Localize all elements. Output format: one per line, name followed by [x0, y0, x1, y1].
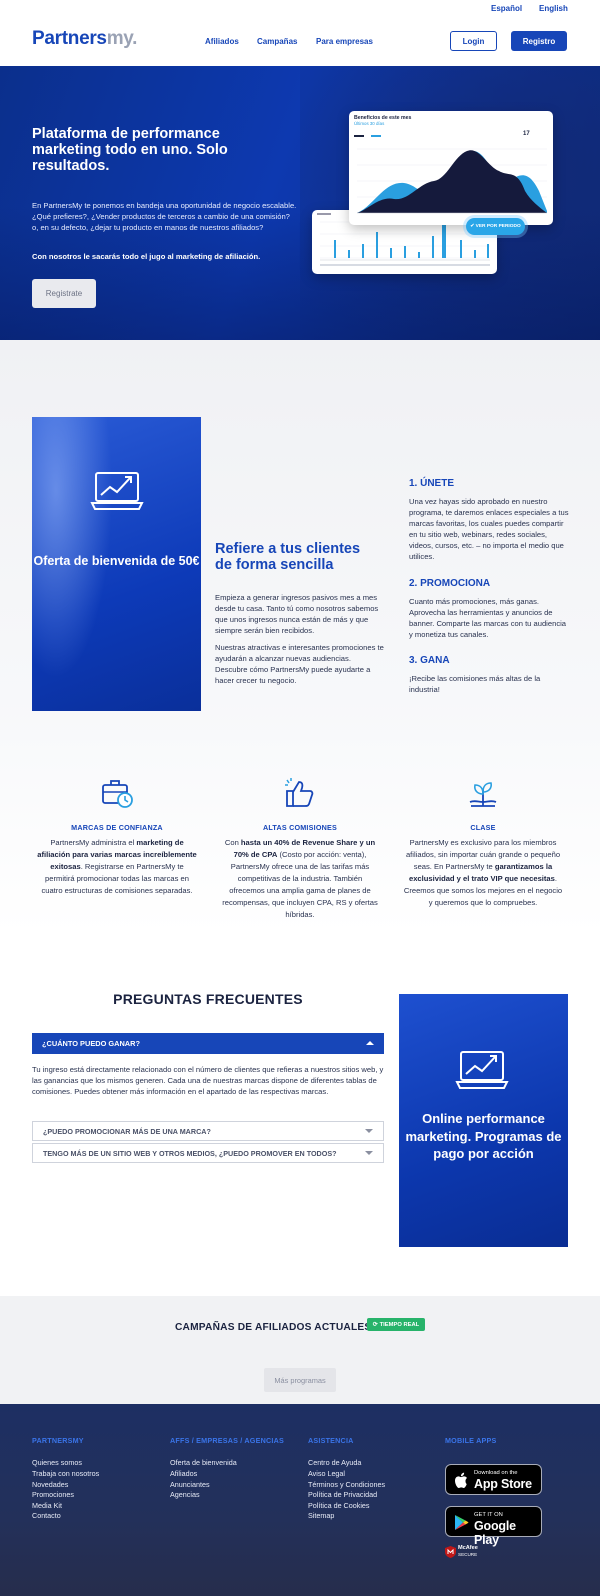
footer-link[interactable]: Trabaja con nosotros [32, 1469, 99, 1478]
partnersmy-logo[interactable]: Partnersmy. [32, 28, 137, 50]
footer-link[interactable]: Quienes somos [32, 1458, 82, 1467]
earnings-chart-card: Beneficios de este mes Últimos 30 días 1… [349, 111, 553, 225]
hero-register-button[interactable]: Registrate [32, 279, 96, 308]
feature-1-title: MARCAS DE CONFIANZA [71, 823, 163, 832]
faq-item-open[interactable]: ¿CUÁNTO PUEDO GANAR? [32, 1033, 384, 1054]
google-play-badge[interactable]: GET IT ON Google Play [445, 1506, 542, 1547]
chevron-down-icon [365, 1129, 373, 1133]
google-play-icon [455, 1515, 469, 1530]
faq-item-3[interactable]: TENGO MÁS DE UN SITIO WEB Y OTROS MEDIOS… [32, 1143, 384, 1163]
feature-1-text: PartnersMy administra el marketing de af… [37, 838, 197, 895]
step-1-text: Una vez hayas sido aprobado en nuestro p… [409, 497, 569, 561]
nav-afiliados[interactable]: Afiliados [205, 37, 239, 46]
footer-link[interactable]: Afiliados [170, 1469, 197, 1478]
footer-link[interactable]: Anunciantes [170, 1480, 210, 1489]
feature-2-text: Con hasta un 40% de Revenue Share y un 7… [222, 838, 378, 919]
step-3-title: 3. GANA [409, 655, 450, 666]
login-button[interactable]: Login [450, 31, 497, 51]
referral-paragraph-2: Nuestras atractivas e interesantes promo… [215, 643, 384, 685]
area-chart-graphic [354, 135, 547, 214]
step-2-title: 2. PROMOCIONA [409, 578, 491, 589]
laptop-growth-icon [455, 1051, 509, 1089]
footer-link[interactable]: Agencias [170, 1490, 200, 1499]
google-play-small: GET IT ON [474, 1512, 503, 1518]
faq-question-3: TENGO MÁS DE UN SITIO WEB Y OTROS MEDIOS… [43, 1148, 337, 1158]
welcome-offer-card[interactable]: Oferta de bienvenida de 50€ [32, 417, 201, 711]
welcome-offer-title: Oferta de bienvenida de 50€ [33, 554, 200, 568]
chevron-down-icon [365, 1151, 373, 1155]
footer-col-asistencia-title: ASISTENCIA [308, 1436, 354, 1445]
footer-link[interactable]: Términos y Condiciones [308, 1480, 385, 1489]
refresh-icon: ⟳ [372, 1321, 378, 1328]
footer-link[interactable]: Aviso Legal [308, 1469, 345, 1478]
footer-link[interactable]: Contacto [32, 1511, 61, 1520]
briefcase-clock-icon [102, 780, 133, 808]
footer-link[interactable]: Política de Cookies [308, 1501, 370, 1510]
footer-link[interactable]: Política de Privacidad [308, 1490, 377, 1499]
app-store-small: Download on the [474, 1470, 518, 1476]
logo-main: Partners [32, 28, 107, 49]
nav-para-empresas[interactable]: Para empresas [316, 37, 373, 46]
chevron-up-icon [366, 1041, 374, 1045]
register-button[interactable]: Registro [511, 31, 567, 51]
footer-link[interactable]: Sitemap [308, 1511, 334, 1520]
app-store-badge[interactable]: Download on the App Store [445, 1464, 542, 1495]
growing-plant-icon [469, 782, 497, 807]
apple-icon [455, 1472, 467, 1488]
footer-link[interactable]: Media Kit [32, 1501, 62, 1510]
hero-tagline: Con nosotros le sacarás todo el jugo al … [32, 252, 261, 261]
footer-link[interactable]: Promociones [32, 1490, 74, 1499]
mcafee-secure-label: SECURE [458, 1552, 478, 1557]
feature-2-title: ALTAS COMISIONES [262, 823, 337, 832]
footer-link[interactable]: Novedades [32, 1480, 68, 1489]
feature-3-title: CLASE [470, 823, 496, 832]
campaigns-title: CAMPAÑAS DE AFILIADOS ACTUALES [175, 1322, 372, 1333]
feature-3-text: PartnersMy es exclusivo para los miembro… [403, 838, 563, 907]
realtime-badge: ⟳ TIEMPO REAL [367, 1318, 425, 1331]
faq-answer-1: Tu ingreso está directamente relacionado… [32, 1065, 384, 1096]
online-marketing-card: Online performance marketing. Programas … [399, 994, 568, 1247]
faq-question-2: ¿PUEDO PROMOCIONAR MÁS DE UNA MARCA? [43, 1126, 211, 1136]
lang-spanish-link[interactable]: Español [491, 4, 522, 13]
footer [0, 1404, 600, 1596]
referral-title: Refiere a tus clientes de forma sencilla [215, 541, 361, 573]
hero-description: En PartnersMy te ponemos en bandeja una … [32, 201, 297, 232]
step-2-text: Cuanto más promociones, más ganas. Aprov… [409, 597, 567, 639]
nav-campanas[interactable]: Campañas [257, 37, 297, 46]
footer-link[interactable]: Centro de Ayuda [308, 1458, 361, 1467]
lang-english-link[interactable]: English [539, 4, 568, 13]
realtime-label: TIEMPO REAL [379, 1321, 420, 1328]
footer-col-mobile-title: MOBILE APPS [445, 1436, 497, 1445]
hero-title: Plataforma de performance marketing todo… [32, 126, 228, 174]
online-marketing-title: Online performance marketing. Programas … [405, 1111, 562, 1161]
shield-icon [445, 1546, 456, 1558]
faq-question-1: ¿CUÁNTO PUEDO GANAR? [42, 1039, 140, 1048]
referral-paragraph-1: Empieza a generar ingresos pasivos mes a… [215, 593, 379, 635]
hero-banner: Plataforma de performance marketing todo… [0, 66, 600, 340]
footer-link[interactable]: Oferta de bienvenida [170, 1458, 237, 1467]
more-programs-button[interactable]: Más programas [264, 1368, 336, 1392]
faq-title: PREGUNTAS FRECUENTES [113, 991, 303, 1007]
step-3-text: ¡Recibe las comisiones más altas de la i… [409, 674, 541, 694]
footer-col-affs-title: AFFS / EMPRESAS / AGENCIAS [170, 1436, 284, 1445]
mcafee-secure-badge[interactable]: McAfee SECURE [445, 1545, 485, 1559]
step-1-title: 1. ÚNETE [409, 478, 455, 489]
period-button[interactable]: ✔ VER POR PERIODO [466, 218, 525, 235]
google-play-label: Google Play [474, 1519, 516, 1547]
faq-item-2[interactable]: ¿PUEDO PROMOCIONAR MÁS DE UNA MARCA? [32, 1121, 384, 1141]
thumbs-up-icon [285, 778, 314, 807]
laptop-growth-icon [90, 472, 144, 510]
logo-suffix: my. [106, 28, 138, 49]
app-store-label: App Store [474, 1477, 532, 1491]
footer-col-partnersmy-title: PARTNERSMY [32, 1436, 84, 1445]
mcafee-label: McAfee [458, 1545, 478, 1551]
